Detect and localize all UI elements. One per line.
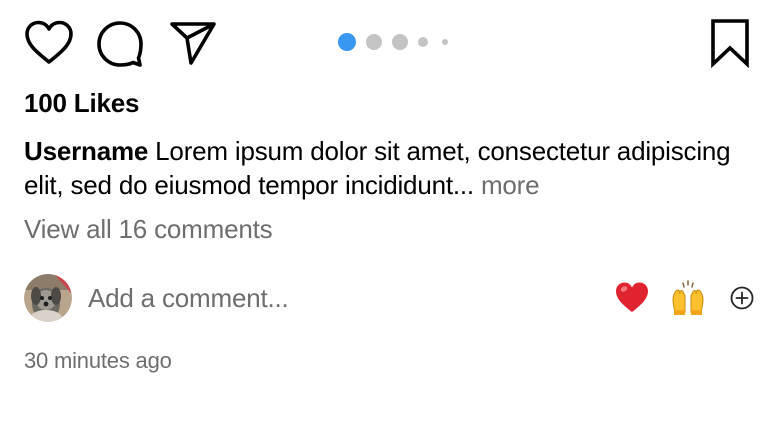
avatar[interactable] [24, 274, 72, 322]
raising-hands-emoji-icon[interactable] [670, 280, 706, 316]
caption-username[interactable]: Username [24, 136, 148, 166]
add-comment-row [0, 270, 780, 326]
more-link[interactable]: more [481, 170, 540, 200]
post-timestamp: 30 minutes ago [24, 348, 172, 373]
carousel-dot [418, 37, 428, 47]
heart-icon[interactable] [24, 20, 74, 66]
circle-plus-icon[interactable] [730, 286, 754, 310]
share-icon[interactable] [168, 20, 218, 66]
post-action-bar [0, 0, 780, 88]
carousel-dot [392, 34, 408, 50]
likes-count[interactable]: 100 Likes [24, 88, 139, 119]
bookmark-icon[interactable] [708, 18, 752, 68]
comment-input[interactable] [88, 278, 588, 318]
view-all-comments-link[interactable]: View all 16 comments [24, 214, 273, 245]
red-heart-emoji-icon[interactable] [614, 280, 650, 316]
post-caption: Username Lorem ipsum dolor sit amet, con… [24, 134, 744, 202]
comment-icon[interactable] [96, 20, 144, 68]
carousel-indicator [338, 33, 448, 51]
carousel-dot-active [338, 33, 356, 51]
carousel-dot [442, 39, 448, 45]
carousel-dot [366, 34, 382, 50]
